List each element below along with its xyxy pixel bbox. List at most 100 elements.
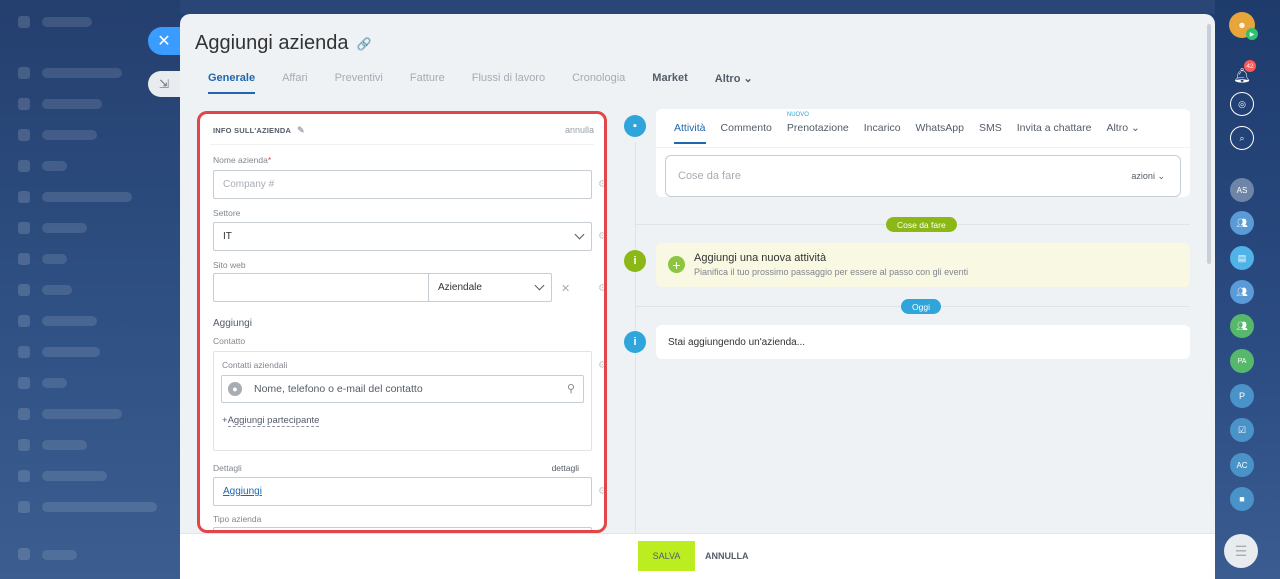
gear-icon[interactable]: ⚙ xyxy=(598,360,604,371)
adding-company-item: Stai aggiungendo un'azienda... xyxy=(656,325,1190,359)
blurred-menu-icon xyxy=(18,191,30,203)
close-icon: ✕ xyxy=(157,33,171,50)
avatar-p[interactable]: P xyxy=(1230,384,1254,408)
todo-pill: Cose da fare xyxy=(886,217,957,232)
group-chat-icon[interactable]: 👥︎ xyxy=(1230,211,1254,235)
blurred-menu-row xyxy=(42,502,157,512)
gear-icon[interactable]: ⚙ xyxy=(598,486,604,497)
todo-placeholder: Cose da fare xyxy=(678,170,741,182)
save-button[interactable]: SALVA xyxy=(638,541,695,571)
sector-label: Settore xyxy=(213,208,241,218)
company-name-input[interactable]: Company # xyxy=(213,170,592,199)
website-label: Sito web xyxy=(213,260,246,270)
website-input[interactable] xyxy=(213,273,434,302)
blurred-menu-row xyxy=(42,440,87,450)
blurred-menu-row xyxy=(42,409,122,419)
remove-website-icon[interactable]: ✕ xyxy=(561,282,570,295)
blurred-menu-icon xyxy=(18,501,30,513)
plus-icon[interactable]: + xyxy=(668,256,685,273)
section-cancel-link[interactable]: annulla xyxy=(565,125,594,135)
info-icon: i xyxy=(624,331,646,353)
avatar-ac[interactable]: AC xyxy=(1230,453,1254,477)
details-field[interactable]: Aggiungi xyxy=(213,477,592,506)
tab-attivita[interactable]: Attività xyxy=(674,122,706,144)
tab-prenotazione[interactable]: NUOVO Prenotazione xyxy=(787,112,849,144)
group-chat-icon[interactable]: 👥︎ xyxy=(1230,314,1254,338)
chat-icon[interactable]: ▤ xyxy=(1230,246,1254,270)
minimize-slider-button[interactable]: ⇲ xyxy=(148,71,180,97)
add-participant-link[interactable]: +Aggiungi partecipante xyxy=(222,415,320,427)
tab-sms[interactable]: SMS xyxy=(979,122,1002,144)
tab-preventivi[interactable]: Preventivi xyxy=(335,72,383,94)
todo-input[interactable]: Cose da fare azioni ⌄ xyxy=(665,155,1181,197)
person-icon: ● xyxy=(228,382,242,396)
link-icon[interactable]: 🔗 xyxy=(356,37,371,51)
close-slider-button[interactable]: ✕ xyxy=(148,27,180,55)
blurred-menu-row xyxy=(42,68,122,78)
tab-market[interactable]: Market xyxy=(652,72,687,94)
gear-icon[interactable]: ⚙ xyxy=(598,283,604,294)
blurred-menu-icon xyxy=(18,377,30,389)
gear-icon[interactable]: ⚙ xyxy=(598,231,604,242)
tab-generale[interactable]: Generale xyxy=(208,72,256,94)
pencil-icon[interactable]: ✎ xyxy=(297,125,305,136)
blurred-menu-icon xyxy=(18,346,30,358)
tab-fatture[interactable]: Fatture xyxy=(410,72,445,94)
sector-select[interactable]: IT xyxy=(213,222,592,251)
add-participant-prefix: + xyxy=(222,415,228,426)
contact-search-input[interactable]: ● Nome, telefono o e-mail del contatto ⚲ xyxy=(221,375,584,403)
activity-editor: Attività Commento NUOVO Prenotazione Inc… xyxy=(656,109,1190,197)
company-name-label-text: Nome azienda xyxy=(213,155,268,165)
blurred-menu-row xyxy=(42,130,97,140)
chevron-down-icon xyxy=(574,229,585,240)
blurred-menu-row xyxy=(42,316,97,326)
avatar-as[interactable]: AS xyxy=(1230,178,1254,202)
tab-affari[interactable]: Affari xyxy=(282,72,307,94)
actions-dropdown[interactable]: azioni ⌄ xyxy=(1131,171,1165,182)
panel-scrollbar[interactable] xyxy=(1207,24,1211,264)
tab-altro-timeline-label: Altro xyxy=(1106,122,1129,134)
entity-tabs: Generale Affari Preventivi Fatture Fluss… xyxy=(208,72,780,94)
tab-flussi-di-lavoro[interactable]: Flussi di lavoro xyxy=(472,72,545,94)
blurred-menu-icon xyxy=(18,470,30,482)
chevron-down-icon: ⌄ xyxy=(1157,170,1165,181)
task-icon[interactable]: ☑ xyxy=(1230,418,1254,442)
gear-icon[interactable]: ⚙ xyxy=(598,179,604,190)
tab-altro-label: Altro xyxy=(714,73,741,85)
comment-icon: ▪ xyxy=(624,115,646,137)
contact-search-placeholder: Nome, telefono o e-mail del contatto xyxy=(254,383,423,395)
tab-altro[interactable]: Altro ⌄ xyxy=(715,72,753,94)
avatar-pa[interactable]: PA xyxy=(1230,349,1254,373)
company-info-card: INFO SULL'AZIENDA ✎ annulla Nome azienda… xyxy=(197,111,607,533)
tab-invita-a-chattare[interactable]: Invita a chattare xyxy=(1017,122,1092,144)
tab-whatsapp[interactable]: WhatsApp xyxy=(916,122,964,144)
company-type-label: Tipo azienda xyxy=(213,514,262,524)
cancel-button[interactable]: ANNULLA xyxy=(705,541,749,571)
details-add-link[interactable]: Aggiungi xyxy=(223,486,262,497)
tab-commento[interactable]: Commento xyxy=(721,122,772,144)
tab-cronologia[interactable]: Cronologia xyxy=(572,72,625,94)
today-pill: Oggi xyxy=(901,299,941,314)
blurred-menu-icon xyxy=(18,408,30,420)
blurred-menu-row xyxy=(42,223,87,233)
background-top-bar xyxy=(180,0,1215,14)
video-call-icon[interactable]: ■ xyxy=(1230,487,1254,511)
blurred-menu-row xyxy=(42,161,67,171)
details-label: Dettagli xyxy=(213,463,242,473)
blurred-menu-icon xyxy=(18,315,30,327)
menu-icon[interactable]: ☰ xyxy=(1224,534,1258,568)
section-title: INFO SULL'AZIENDA xyxy=(213,126,292,135)
target-icon[interactable]: ◎ xyxy=(1230,92,1254,116)
group-chat-icon[interactable]: 👥︎ xyxy=(1230,280,1254,304)
divider xyxy=(656,147,1190,148)
website-type-select[interactable]: Aziendale xyxy=(428,273,552,302)
new-badge: NUOVO xyxy=(786,112,809,118)
tab-altro-timeline[interactable]: Altro ⌄ xyxy=(1106,122,1139,144)
chat-search-icon[interactable]: ⌕ xyxy=(1230,126,1254,150)
search-icon[interactable]: ⚲ xyxy=(567,382,575,395)
tab-incarico[interactable]: Incarico xyxy=(864,122,901,144)
add-heading[interactable]: Aggiungi xyxy=(213,318,252,329)
details-link[interactable]: dettagli xyxy=(552,463,579,473)
new-activity-block[interactable]: + Aggiungi una nuova attività Pianifica … xyxy=(656,243,1190,287)
blurred-menu-icon xyxy=(18,67,30,79)
